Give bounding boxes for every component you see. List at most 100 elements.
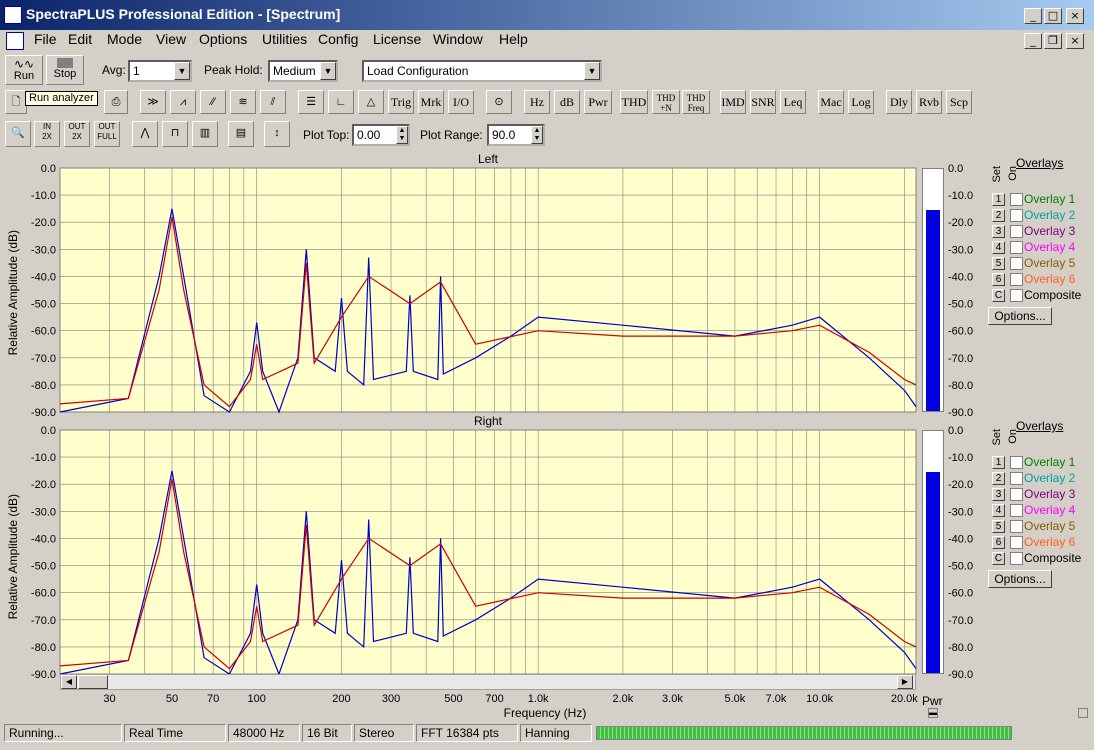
avg-select[interactable]: 1 ▼ [128, 60, 192, 82]
mdi-restore-button[interactable]: ❐ [1044, 33, 1062, 49]
scale-button[interactable]: ↕ [264, 121, 290, 147]
overlay-set-button[interactable]: 1 [992, 456, 1005, 469]
mode-button-4[interactable]: ≋ [230, 90, 256, 114]
menu-edit[interactable]: Edit [66, 31, 94, 47]
menu-file[interactable]: File [32, 31, 59, 47]
overlay-on-checkbox[interactable] [1010, 193, 1023, 206]
mac-button[interactable]: Mac [818, 90, 844, 114]
mode-button-2[interactable]: ⩘ [170, 90, 196, 114]
generator-button[interactable]: ⊙ [486, 90, 512, 114]
pwr-button[interactable]: Pwr [584, 90, 612, 114]
trig-button[interactable]: Trig [388, 90, 414, 114]
mdi-minimize-button[interactable]: _ [1024, 33, 1042, 49]
overlay-set-button[interactable]: 2 [992, 209, 1005, 222]
menu-mode[interactable]: Mode [105, 31, 144, 47]
mdi-close-button[interactable]: × [1066, 33, 1084, 49]
spinner-icon[interactable]: ▲ ▼ [531, 126, 543, 144]
menu-config[interactable]: Config [316, 31, 360, 47]
menu-view[interactable]: View [154, 31, 188, 47]
bar-plot-button[interactable]: ▥ [192, 121, 218, 147]
axis-button[interactable]: ∟ [328, 90, 354, 114]
menu-options[interactable]: Options [197, 31, 249, 47]
list-button[interactable]: ☰ [298, 90, 324, 114]
db-button[interactable]: dB [554, 90, 580, 114]
overlay-on-checkbox[interactable] [1010, 488, 1023, 501]
stop-button[interactable]: Stop [46, 55, 84, 85]
leq-button[interactable]: Leq [780, 90, 806, 114]
overlay-options-button[interactable]: Options... [988, 570, 1052, 588]
dly-button[interactable]: Dly [886, 90, 912, 114]
overlay-set-button[interactable]: 5 [992, 520, 1005, 533]
menu-utilities[interactable]: Utilities [260, 31, 309, 47]
overlay-on-checkbox[interactable] [1010, 456, 1023, 469]
overlay-set-button[interactable]: 4 [992, 504, 1005, 517]
run-button[interactable]: ∿∿ Run [5, 55, 43, 85]
snr-button[interactable]: SNR [750, 90, 776, 114]
line-plot-button[interactable]: ⋀ [132, 121, 158, 147]
resize-grip-icon[interactable] [1078, 708, 1088, 718]
zoom-in-2x-button[interactable]: IN 2X [34, 121, 60, 147]
table-button[interactable]: ▤ [228, 121, 254, 147]
scroll-thumb[interactable] [78, 675, 108, 689]
mode-button-5[interactable]: ⫽ [260, 90, 286, 114]
overlay-on-checkbox[interactable] [1010, 225, 1023, 238]
menu-help[interactable]: Help [497, 31, 530, 47]
overlay-on-checkbox[interactable] [1010, 552, 1023, 565]
overlay-on-checkbox[interactable] [1010, 536, 1023, 549]
overlay-set-button[interactable]: 6 [992, 273, 1005, 286]
overlay-on-checkbox[interactable] [1010, 472, 1023, 485]
log-button[interactable]: Log [848, 90, 874, 114]
overlay-set-button[interactable]: 3 [992, 488, 1005, 501]
thd-button[interactable]: THD [620, 90, 648, 114]
new-doc-button[interactable]: 🗋 [5, 90, 27, 114]
menu-license[interactable]: License [371, 31, 423, 47]
overlay-on-checkbox[interactable] [1010, 520, 1023, 533]
overlay-on-checkbox[interactable] [1010, 504, 1023, 517]
chevron-down-icon[interactable]: ▼ [584, 62, 600, 80]
overlay-set-button[interactable]: 6 [992, 536, 1005, 549]
mrk-button[interactable]: Mrk [418, 90, 444, 114]
app-icon[interactable] [4, 6, 22, 24]
overlay-on-checkbox[interactable] [1010, 209, 1023, 222]
overlay-set-button[interactable]: C [992, 552, 1005, 565]
mode-button-1[interactable]: ≫ [140, 90, 166, 114]
config-select[interactable]: Load Configuration ▼ [362, 60, 602, 82]
menu-window[interactable]: Window [431, 31, 485, 47]
chevron-down-icon[interactable]: ▼ [320, 62, 336, 80]
step-plot-button[interactable]: ⊓ [162, 121, 188, 147]
plot-range-input[interactable]: 90.0 ▲ ▼ [487, 124, 545, 146]
scp-button[interactable]: Scp [946, 90, 972, 114]
triangle-button[interactable]: △ [358, 90, 384, 114]
zoom-out-2x-button[interactable]: OUT 2X [64, 121, 90, 147]
scroll-left-button[interactable]: ◀ [61, 675, 77, 689]
overlay-set-button[interactable]: 3 [992, 225, 1005, 238]
horizontal-scrollbar[interactable] [60, 674, 916, 690]
scroll-right-button[interactable]: ▶ [897, 675, 913, 689]
overlay-set-button[interactable]: 5 [992, 257, 1005, 270]
overlay-on-checkbox[interactable] [1010, 273, 1023, 286]
maximize-button[interactable]: □ [1044, 8, 1062, 24]
hz-button[interactable]: Hz [524, 90, 550, 114]
thdn-button[interactable]: THD +N [652, 90, 680, 114]
spinner-icon[interactable]: ▲ ▼ [396, 126, 408, 144]
rvb-button[interactable]: Rvb [916, 90, 942, 114]
zoom-button[interactable]: 🔍 [5, 121, 31, 147]
minimize-button[interactable]: _ [1024, 8, 1042, 24]
overlay-on-checkbox[interactable] [1010, 257, 1023, 270]
overlay-set-button[interactable]: 1 [992, 193, 1005, 206]
overlay-set-button[interactable]: C [992, 289, 1005, 302]
close-button[interactable]: × [1066, 8, 1084, 24]
overlay-set-button[interactable]: 2 [992, 472, 1005, 485]
meter-menu-button[interactable]: ▬ [928, 708, 938, 718]
zoom-full-button[interactable]: OUT FULL [94, 121, 120, 147]
overlay-on-checkbox[interactable] [1010, 241, 1023, 254]
thd-freq-button[interactable]: THD Freq [682, 90, 710, 114]
mode-button-3[interactable]: ⁄⁄ [200, 90, 226, 114]
doc-icon[interactable] [6, 32, 24, 50]
overlay-set-button[interactable]: 4 [992, 241, 1005, 254]
plot-top-input[interactable]: 0.00 ▲ ▼ [352, 124, 410, 146]
overlay-on-checkbox[interactable] [1010, 289, 1023, 302]
chevron-down-icon[interactable]: ▼ [174, 62, 190, 80]
imd-button[interactable]: IMD [720, 90, 746, 114]
overlay-options-button[interactable]: Options... [988, 307, 1052, 325]
